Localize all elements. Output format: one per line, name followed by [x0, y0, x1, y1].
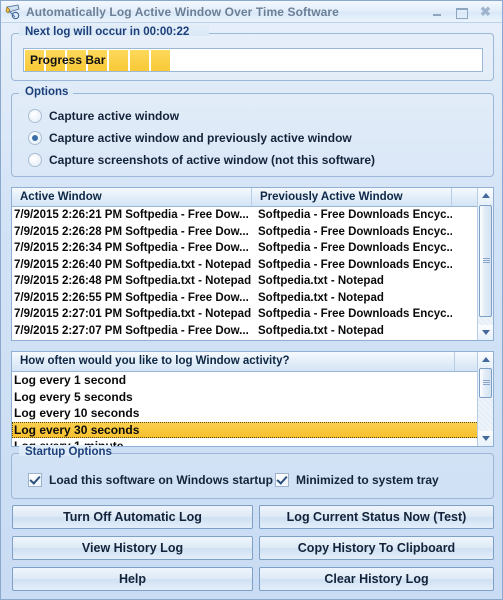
frequency-scrollbar[interactable] [477, 352, 493, 446]
startup-options-legend: Startup Options [25, 446, 112, 458]
table-row[interactable]: 7/9/2015 2:26:21 PM Softpedia - Free Dow… [12, 207, 493, 224]
radio-capture-active-and-previous[interactable]: Capture active window and previously act… [28, 130, 352, 146]
turn-off-automatic-log-button[interactable]: Turn Off Automatic Log [12, 505, 253, 529]
cell-active-window: 7/9/2015 2:26:48 PM Softpedia.txt - Note… [14, 275, 252, 288]
checkbox-indicator-checked [275, 473, 289, 487]
scrollbar-grip-icon [483, 380, 490, 386]
progress-segment [109, 50, 128, 71]
scrollbar-grip-icon [483, 258, 490, 264]
frequency-list[interactable]: How often would you like to log Window a… [11, 351, 494, 447]
startup-options-group: Startup Options Load this software on Wi… [11, 445, 494, 499]
table-row[interactable]: 7/9/2015 2:27:07 PM Softpedia - Free Dow… [12, 323, 493, 340]
list-item[interactable]: Log every 5 seconds [12, 389, 493, 406]
radio-indicator-selected [28, 131, 42, 145]
window-controls: ✖ [430, 5, 500, 19]
frequency-list-body: Log every 1 second Log every 5 seconds L… [12, 372, 493, 446]
table-row[interactable]: 7/9/2015 2:27:14 PM Softpedia.txt - Note… [12, 339, 493, 340]
table-row[interactable]: 7/9/2015 2:26:28 PM Softpedia - Free Dow… [12, 224, 493, 241]
radio-indicator [28, 153, 42, 167]
copy-history-to-clipboard-button[interactable]: Copy History To Clipboard [259, 536, 494, 560]
cell-previous-window: Softpedia - Free Downloads Encyc... [258, 225, 452, 238]
table-row[interactable]: 7/9/2015 2:26:40 PM Softpedia.txt - Note… [12, 257, 493, 274]
column-header-active-window[interactable]: Active Window [12, 188, 252, 206]
application-window: Automatically Log Active Window Over Tim… [0, 0, 503, 600]
cell-previous-window: Softpedia - Free Downloads Encyc... [258, 209, 452, 222]
maximize-button[interactable] [454, 5, 469, 19]
table-row[interactable]: 7/9/2015 2:26:34 PM Softpedia - Free Dow… [12, 240, 493, 257]
list-item[interactable]: Log every 1 second [12, 372, 493, 389]
cell-active-window: 7/9/2015 2:26:28 PM Softpedia - Free Dow… [14, 225, 249, 238]
help-button[interactable]: Help [12, 567, 253, 591]
cell-active-window: 7/9/2015 2:26:34 PM Softpedia - Free Dow… [14, 242, 249, 255]
column-header-previously-active-window[interactable]: Previously Active Window [252, 188, 452, 206]
options-group: Options Capture active window Capture ac… [11, 85, 494, 177]
maximize-icon [456, 7, 468, 19]
close-icon: ✖ [480, 4, 491, 19]
cell-previous-window: Softpedia - Free Downloads Encyc... [258, 258, 452, 271]
progress-segment [130, 50, 149, 71]
radio-label: Capture active window and previously act… [49, 131, 352, 145]
clear-history-log-button[interactable]: Clear History Log [259, 567, 494, 591]
next-log-group: Next log will occur in 00:00:22 Progress… [11, 25, 494, 81]
progress-label: Progress Bar [30, 53, 106, 67]
checkbox-load-on-startup[interactable]: Load this software on Windows startup [28, 472, 273, 488]
list-item-selected[interactable]: Log every 30 seconds [12, 421, 493, 438]
radio-capture-active[interactable]: Capture active window [28, 108, 179, 124]
minimize-icon [433, 13, 441, 16]
scrollbar-thumb[interactable] [479, 368, 492, 398]
radio-capture-screenshots[interactable]: Capture screenshots of active window (no… [28, 152, 375, 168]
table-body: 7/9/2015 2:26:21 PM Softpedia - Free Dow… [12, 207, 493, 340]
cell-active-window: 7/9/2015 2:27:01 PM Softpedia.txt - Note… [14, 308, 252, 321]
history-table[interactable]: Active Window Previously Active Window 7… [11, 187, 494, 341]
cell-previous-window: Softpedia.txt - Notepad [258, 291, 384, 304]
cell-active-window: 7/9/2015 2:26:21 PM Softpedia - Free Dow… [14, 209, 249, 222]
cell-previous-window: Softpedia - Free Downloads Encyc... [258, 242, 452, 255]
cell-previous-window: Softpedia.txt - Notepad [258, 275, 384, 288]
list-item[interactable]: Log every 10 seconds [12, 405, 493, 422]
cell-active-window: 7/9/2015 2:27:07 PM Softpedia - Free Dow… [14, 324, 249, 337]
view-history-log-button[interactable]: View History Log [12, 536, 253, 560]
minimize-button[interactable] [430, 5, 445, 19]
next-log-legend: Next log will occur in 00:00:22 [25, 26, 190, 38]
progress-segment [151, 50, 170, 71]
checkbox-label: Minimized to system tray [296, 473, 439, 487]
table-scrollbar[interactable] [477, 188, 493, 340]
table-row[interactable]: 7/9/2015 2:26:55 PM Softpedia - Free Dow… [12, 290, 493, 307]
frequency-header-row: How often would you like to log Window a… [12, 352, 493, 372]
cell-previous-window: Softpedia - Free Downloads Encyc... [258, 308, 452, 321]
radio-indicator [28, 109, 42, 123]
scrollbar-thumb[interactable] [479, 205, 492, 317]
checkbox-label: Load this software on Windows startup [49, 473, 273, 487]
options-legend: Options [25, 86, 69, 98]
cell-active-window: 7/9/2015 2:26:40 PM Softpedia.txt - Note… [14, 258, 252, 271]
scrollbar-track[interactable] [478, 367, 493, 431]
app-icon [5, 4, 21, 20]
scroll-up-arrow-icon[interactable] [478, 352, 493, 367]
close-button[interactable]: ✖ [478, 5, 493, 19]
scrollbar-track[interactable] [478, 203, 493, 325]
checkbox-minimized-to-tray[interactable]: Minimized to system tray [275, 472, 439, 488]
scroll-up-arrow-icon[interactable] [478, 188, 493, 203]
frequency-column-header[interactable]: How often would you like to log Window a… [12, 352, 455, 371]
table-header-row: Active Window Previously Active Window [12, 188, 493, 207]
progress-bar: Progress Bar [23, 48, 483, 72]
table-row[interactable]: 7/9/2015 2:27:01 PM Softpedia.txt - Note… [12, 306, 493, 323]
scroll-down-arrow-icon[interactable] [478, 325, 493, 340]
title-bar: Automatically Log Active Window Over Tim… [1, 1, 502, 23]
cell-previous-window: Softpedia.txt - Notepad [258, 324, 384, 337]
scroll-down-arrow-icon[interactable] [478, 431, 493, 446]
radio-label: Capture screenshots of active window (no… [49, 153, 376, 167]
table-row[interactable]: 7/9/2015 2:26:48 PM Softpedia.txt - Note… [12, 273, 493, 290]
cell-active-window: 7/9/2015 2:26:55 PM Softpedia - Free Dow… [14, 291, 249, 304]
log-current-status-now-button[interactable]: Log Current Status Now (Test) [259, 505, 494, 529]
radio-label: Capture active window [49, 109, 180, 123]
window-title: Automatically Log Active Window Over Tim… [26, 4, 339, 19]
checkbox-indicator-checked [28, 473, 42, 487]
